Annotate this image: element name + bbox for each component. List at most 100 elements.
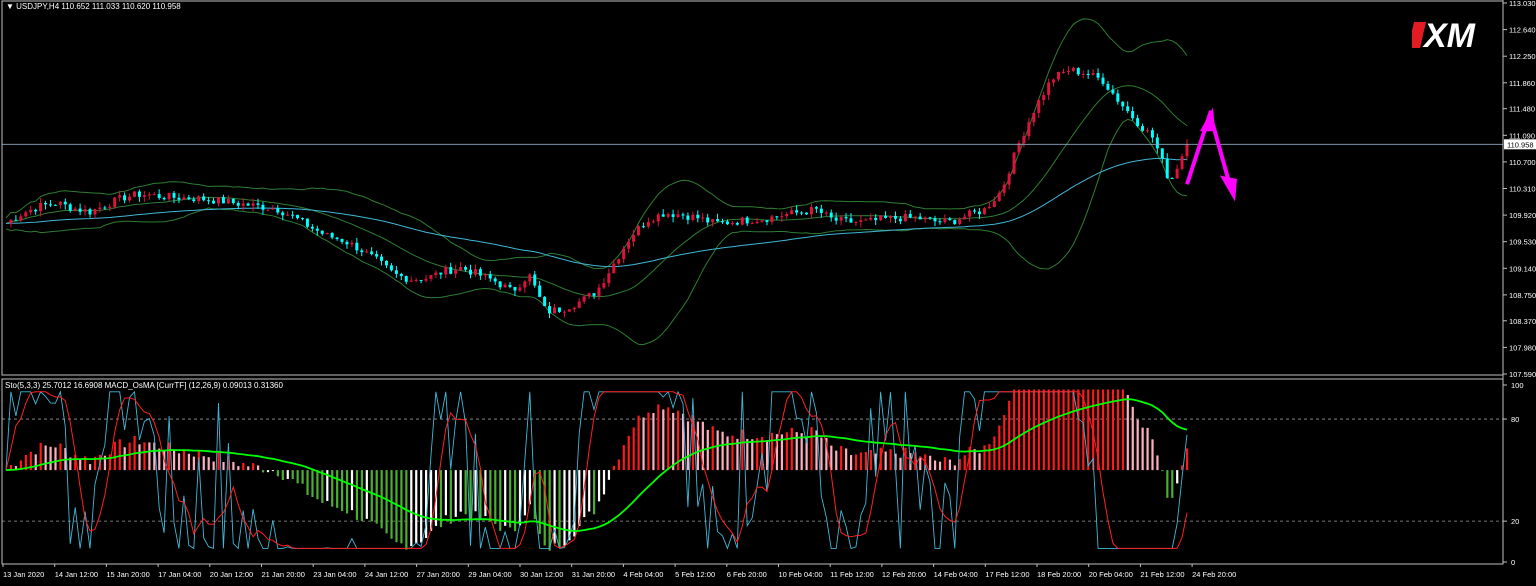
candle-body[interactable] bbox=[706, 217, 710, 223]
candle-body[interactable] bbox=[898, 218, 902, 222]
candle-body[interactable] bbox=[429, 275, 433, 279]
candle-body[interactable] bbox=[1111, 89, 1115, 94]
candle-body[interactable] bbox=[760, 220, 764, 222]
candle-body[interactable] bbox=[943, 218, 947, 222]
candle-body[interactable] bbox=[162, 197, 166, 200]
candle-body[interactable] bbox=[226, 198, 230, 204]
candle-body[interactable] bbox=[775, 216, 779, 218]
candle-body[interactable] bbox=[548, 306, 552, 314]
candle-body[interactable] bbox=[19, 216, 23, 221]
candle-body[interactable] bbox=[152, 194, 156, 196]
candle-body[interactable] bbox=[414, 279, 418, 281]
candle-body[interactable] bbox=[1086, 74, 1090, 76]
candle-body[interactable] bbox=[953, 220, 957, 224]
candle-body[interactable] bbox=[1096, 72, 1100, 78]
candle-body[interactable] bbox=[355, 242, 359, 251]
candle-body[interactable] bbox=[765, 220, 769, 223]
candle-body[interactable] bbox=[123, 195, 127, 201]
candle-body[interactable] bbox=[276, 208, 280, 213]
candle-body[interactable] bbox=[454, 269, 458, 274]
candle-body[interactable] bbox=[1155, 137, 1159, 149]
candle-body[interactable] bbox=[592, 293, 596, 296]
candle-body[interactable] bbox=[24, 212, 28, 217]
candle-body[interactable] bbox=[44, 202, 48, 205]
candle-body[interactable] bbox=[493, 278, 497, 282]
candle-body[interactable] bbox=[48, 204, 52, 206]
candle-body[interactable] bbox=[632, 235, 636, 242]
candle-body[interactable] bbox=[567, 309, 571, 312]
candle-body[interactable] bbox=[1037, 99, 1041, 113]
candle-body[interactable] bbox=[750, 223, 754, 225]
candle-body[interactable] bbox=[439, 272, 443, 275]
candle-body[interactable] bbox=[1047, 82, 1051, 96]
candle-body[interactable] bbox=[113, 197, 117, 207]
candle-body[interactable] bbox=[538, 285, 542, 297]
candle-body[interactable] bbox=[671, 214, 675, 217]
candle-body[interactable] bbox=[300, 218, 304, 220]
candle-body[interactable] bbox=[93, 209, 97, 215]
candle-body[interactable] bbox=[1175, 168, 1179, 179]
candle-body[interactable] bbox=[360, 250, 364, 253]
candle-body[interactable] bbox=[622, 248, 626, 260]
candle-body[interactable] bbox=[533, 274, 537, 286]
candle-body[interactable] bbox=[68, 204, 72, 211]
candle-body[interactable] bbox=[73, 208, 77, 211]
candle-body[interactable] bbox=[716, 219, 720, 222]
candle-body[interactable] bbox=[147, 194, 151, 196]
candle-body[interactable] bbox=[977, 211, 981, 215]
candle-body[interactable] bbox=[711, 219, 715, 223]
candle-body[interactable] bbox=[938, 221, 942, 223]
candle-body[interactable] bbox=[513, 286, 517, 291]
candle-body[interactable] bbox=[167, 192, 171, 200]
candle-body[interactable] bbox=[780, 216, 784, 218]
candle-body[interactable] bbox=[1076, 68, 1080, 75]
candle-body[interactable] bbox=[305, 218, 309, 227]
candle-body[interactable] bbox=[340, 239, 344, 242]
candle-body[interactable] bbox=[1136, 118, 1140, 127]
candle-body[interactable] bbox=[933, 218, 937, 222]
candle-body[interactable] bbox=[375, 254, 379, 257]
candle-body[interactable] bbox=[434, 272, 438, 276]
candle-body[interactable] bbox=[908, 213, 912, 218]
candle-body[interactable] bbox=[918, 216, 922, 220]
candle-body[interactable] bbox=[389, 265, 393, 271]
candle-body[interactable] bbox=[488, 274, 492, 279]
candle-body[interactable] bbox=[607, 273, 611, 284]
candle-body[interactable] bbox=[740, 217, 744, 225]
candle-body[interactable] bbox=[884, 215, 888, 218]
candle-body[interactable] bbox=[345, 241, 349, 245]
candle-body[interactable] bbox=[1042, 95, 1046, 100]
candle-body[interactable] bbox=[157, 194, 161, 198]
candle-body[interactable] bbox=[34, 209, 38, 212]
candle-body[interactable] bbox=[785, 214, 789, 217]
candle-body[interactable] bbox=[468, 269, 472, 275]
candle-body[interactable] bbox=[459, 267, 463, 270]
candle-body[interactable] bbox=[380, 256, 384, 261]
candle-body[interactable] bbox=[1071, 68, 1075, 71]
candle-body[interactable] bbox=[399, 273, 403, 277]
candle-body[interactable] bbox=[108, 206, 112, 208]
candle-body[interactable] bbox=[286, 214, 290, 216]
candle-body[interactable] bbox=[701, 217, 705, 219]
candle-body[interactable] bbox=[1007, 173, 1011, 185]
candle-body[interactable] bbox=[271, 208, 275, 210]
candle-body[interactable] bbox=[296, 214, 300, 219]
candle-body[interactable] bbox=[518, 287, 522, 291]
candle-body[interactable] bbox=[864, 219, 868, 221]
candle-body[interactable] bbox=[370, 251, 374, 255]
candle-body[interactable] bbox=[795, 210, 799, 213]
candle-body[interactable] bbox=[1180, 156, 1184, 169]
candle-body[interactable] bbox=[197, 196, 201, 202]
candle-body[interactable] bbox=[691, 214, 695, 220]
candle-body[interactable] bbox=[98, 207, 102, 210]
candle-body[interactable] bbox=[696, 214, 700, 219]
candle-body[interactable] bbox=[859, 220, 863, 222]
candle-body[interactable] bbox=[587, 293, 591, 297]
candle-body[interactable] bbox=[128, 196, 132, 201]
candle-body[interactable] bbox=[103, 207, 107, 209]
indicator-panel[interactable] bbox=[2, 389, 1503, 551]
candle-body[interactable] bbox=[1165, 158, 1169, 178]
candle-body[interactable] bbox=[557, 307, 561, 312]
candle-body[interactable] bbox=[63, 201, 67, 205]
candle-body[interactable] bbox=[266, 209, 270, 211]
